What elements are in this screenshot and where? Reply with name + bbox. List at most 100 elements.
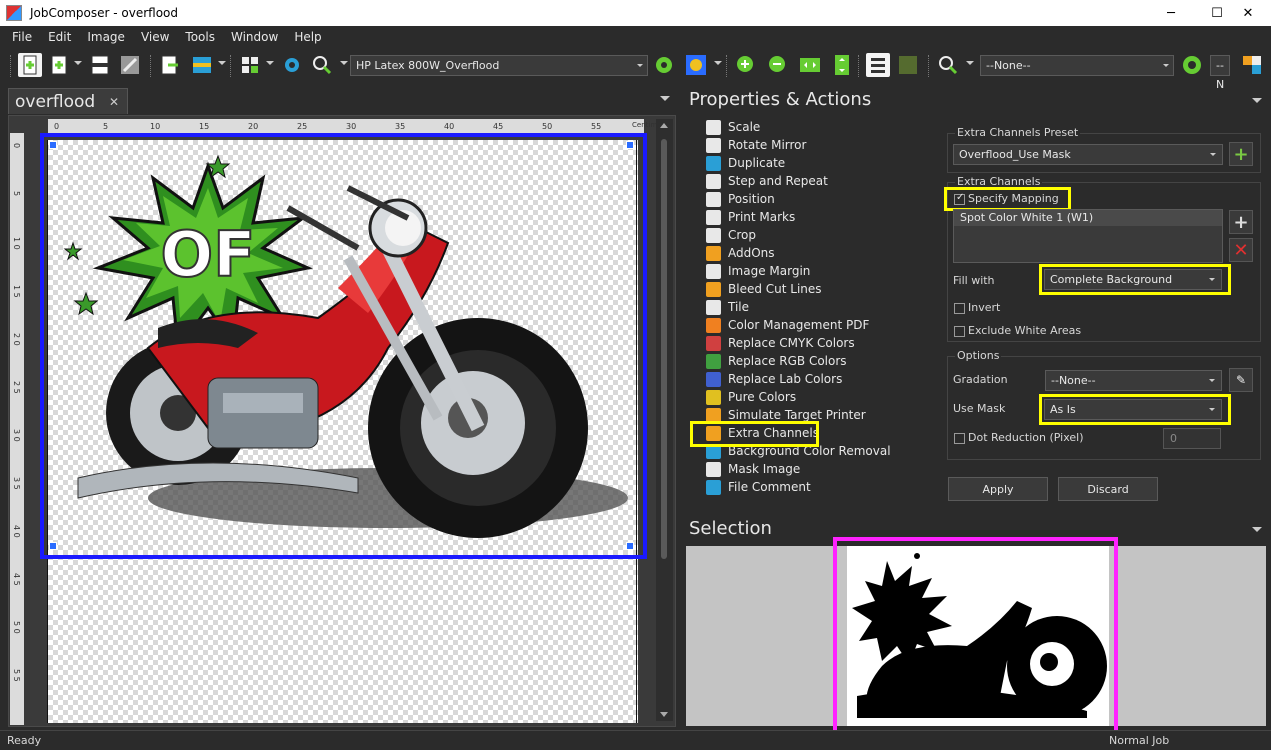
scroll-up-icon[interactable] xyxy=(660,123,668,128)
preview-icon[interactable] xyxy=(896,53,920,77)
close-button[interactable]: ✕ xyxy=(1225,0,1271,26)
tab-label: overflood xyxy=(15,91,96,112)
action-item-pure-colors[interactable]: Pure Colors xyxy=(706,388,796,406)
fit-width-icon[interactable] xyxy=(798,53,822,77)
discard-button[interactable]: Discard xyxy=(1058,477,1158,501)
dot-reduction-stepper[interactable]: 0 xyxy=(1163,428,1221,449)
printer-queue-icon[interactable] xyxy=(190,53,214,77)
zoom-in-icon[interactable] xyxy=(734,53,758,77)
page-layout-icon[interactable] xyxy=(88,53,112,77)
properties-panel-menu-icon[interactable] xyxy=(1252,98,1262,103)
action-item-bleed-cut-lines[interactable]: Bleed Cut Lines xyxy=(706,280,822,298)
apply-button[interactable]: Apply xyxy=(948,477,1048,501)
app-logo-icon xyxy=(6,5,22,21)
action-item-rotate-mirror[interactable]: Rotate Mirror xyxy=(706,136,806,154)
menu-edit[interactable]: Edit xyxy=(48,30,71,44)
layout-select[interactable]: --None-- xyxy=(980,55,1174,76)
action-item-step-and-repeat[interactable]: Step and Repeat xyxy=(706,172,828,190)
action-item-tile[interactable]: Tile xyxy=(706,298,749,316)
action-item-replace-lab-colors[interactable]: Replace Lab Colors xyxy=(706,370,842,388)
document-panel-menu-icon[interactable] xyxy=(660,96,670,101)
close-icon[interactable]: ✕ xyxy=(109,95,119,109)
scroll-down-icon[interactable] xyxy=(660,712,668,717)
device-settings-icon[interactable] xyxy=(280,53,304,77)
selection-panel-menu-icon[interactable] xyxy=(1252,527,1262,532)
tab-overflood[interactable]: overflood ✕ xyxy=(8,88,128,114)
dot-reduction-checkbox[interactable] xyxy=(954,433,965,444)
remove-channel-button[interactable]: ✕ xyxy=(1229,238,1253,262)
action-item-scale[interactable]: Scale xyxy=(706,118,760,136)
ruler-tick: 3 0 xyxy=(12,429,21,442)
zoom-out-icon[interactable] xyxy=(766,53,790,77)
printer-settings-icon[interactable] xyxy=(652,53,676,77)
channel-list-item[interactable]: Spot Color White 1 (W1) xyxy=(954,210,1222,226)
highlight-specify-mapping xyxy=(944,187,1071,211)
ruler-tick: 55 xyxy=(591,122,602,131)
scale-icon xyxy=(706,119,721,135)
minimize-button[interactable]: ─ xyxy=(1148,0,1194,26)
action-item-position[interactable]: Position xyxy=(706,190,775,208)
resize-handle[interactable] xyxy=(49,542,57,550)
preset-select[interactable]: Overflood_Use Mask xyxy=(953,144,1223,165)
edit-gradation-button[interactable]: ✎ xyxy=(1229,368,1253,392)
action-item-replace-rgb-colors[interactable]: Replace RGB Colors xyxy=(706,352,847,370)
list-view-icon[interactable] xyxy=(866,53,890,77)
add-preset-button[interactable]: + xyxy=(1229,142,1253,166)
replace-cmyk-icon xyxy=(706,335,721,351)
action-item-print-marks[interactable]: Print Marks xyxy=(706,208,795,226)
action-item-mask-image[interactable]: Mask Image xyxy=(706,460,800,478)
resize-handle[interactable] xyxy=(626,141,634,149)
menu-file[interactable]: File xyxy=(12,30,32,44)
file-comment-icon xyxy=(706,479,721,495)
action-item-image-margin[interactable]: Image Margin xyxy=(706,262,810,280)
tools-icon[interactable] xyxy=(118,53,142,77)
layout-grid-icon[interactable] xyxy=(238,53,262,77)
import-icon[interactable] xyxy=(158,53,182,77)
action-item-color-management-pdf[interactable]: Color Management PDF xyxy=(706,316,869,334)
printer-queue-dropdown-icon[interactable] xyxy=(218,61,226,65)
action-item-file-comment[interactable]: File Comment xyxy=(706,478,811,496)
menu-help[interactable]: Help xyxy=(294,30,321,44)
channel-list[interactable]: Spot Color White 1 (W1) xyxy=(953,209,1223,263)
layout-grid-dropdown-icon[interactable] xyxy=(266,61,274,65)
preset-group-title: Extra Channels Preset xyxy=(955,126,1081,139)
printer-select[interactable]: HP Latex 800W_Overflood xyxy=(350,55,648,76)
action-item-duplicate[interactable]: Duplicate xyxy=(706,154,785,172)
zoom-dropdown-icon[interactable] xyxy=(340,61,348,65)
resize-handle[interactable] xyxy=(49,141,57,149)
scrollbar-thumb[interactable] xyxy=(661,139,667,559)
toolbar-separator xyxy=(726,55,728,77)
add-channel-button[interactable]: + xyxy=(1229,210,1253,234)
menu-view[interactable]: View xyxy=(141,30,169,44)
palette-icon[interactable] xyxy=(1240,53,1264,77)
ruler-tick: 50 xyxy=(542,122,553,131)
invert-checkbox[interactable] xyxy=(954,303,965,314)
exclude-white-checkbox[interactable] xyxy=(954,326,965,337)
action-item-crop[interactable]: Crop xyxy=(706,226,756,244)
selection-bounding-box[interactable] xyxy=(40,133,647,559)
trailing-select[interactable]: --N xyxy=(1210,55,1230,91)
preset-select-value: Overflood_Use Mask xyxy=(959,148,1071,161)
printer-gear-icon[interactable] xyxy=(684,53,708,77)
add-file-icon[interactable] xyxy=(48,53,72,77)
new-job-icon[interactable] xyxy=(18,53,42,77)
resize-handle[interactable] xyxy=(626,542,634,550)
menu-tools[interactable]: Tools xyxy=(185,30,215,44)
ruler-tick: 25 xyxy=(297,122,308,131)
action-item-addons[interactable]: AddOns xyxy=(706,244,775,262)
canvas-scrollbar[interactable] xyxy=(656,119,673,721)
gradation-select[interactable]: --None-- xyxy=(1045,370,1222,391)
status-bar: Ready Normal Job xyxy=(0,730,1271,750)
printer-gear-dropdown-icon[interactable] xyxy=(714,61,722,65)
zoom-icon[interactable] xyxy=(310,53,334,77)
fit-height-icon[interactable] xyxy=(830,53,854,77)
action-item-replace-cmyk-colors[interactable]: Replace CMYK Colors xyxy=(706,334,855,352)
add-file-dropdown-icon[interactable] xyxy=(74,61,82,65)
ruler-tick: 2 0 xyxy=(12,333,21,346)
layout-zoom-icon[interactable] xyxy=(936,53,960,77)
layout-settings-icon[interactable] xyxy=(1180,53,1204,77)
menu-window[interactable]: Window xyxy=(231,30,278,44)
layout-zoom-dropdown-icon[interactable] xyxy=(966,61,974,65)
menu-image[interactable]: Image xyxy=(87,30,125,44)
action-label: AddOns xyxy=(728,246,775,260)
